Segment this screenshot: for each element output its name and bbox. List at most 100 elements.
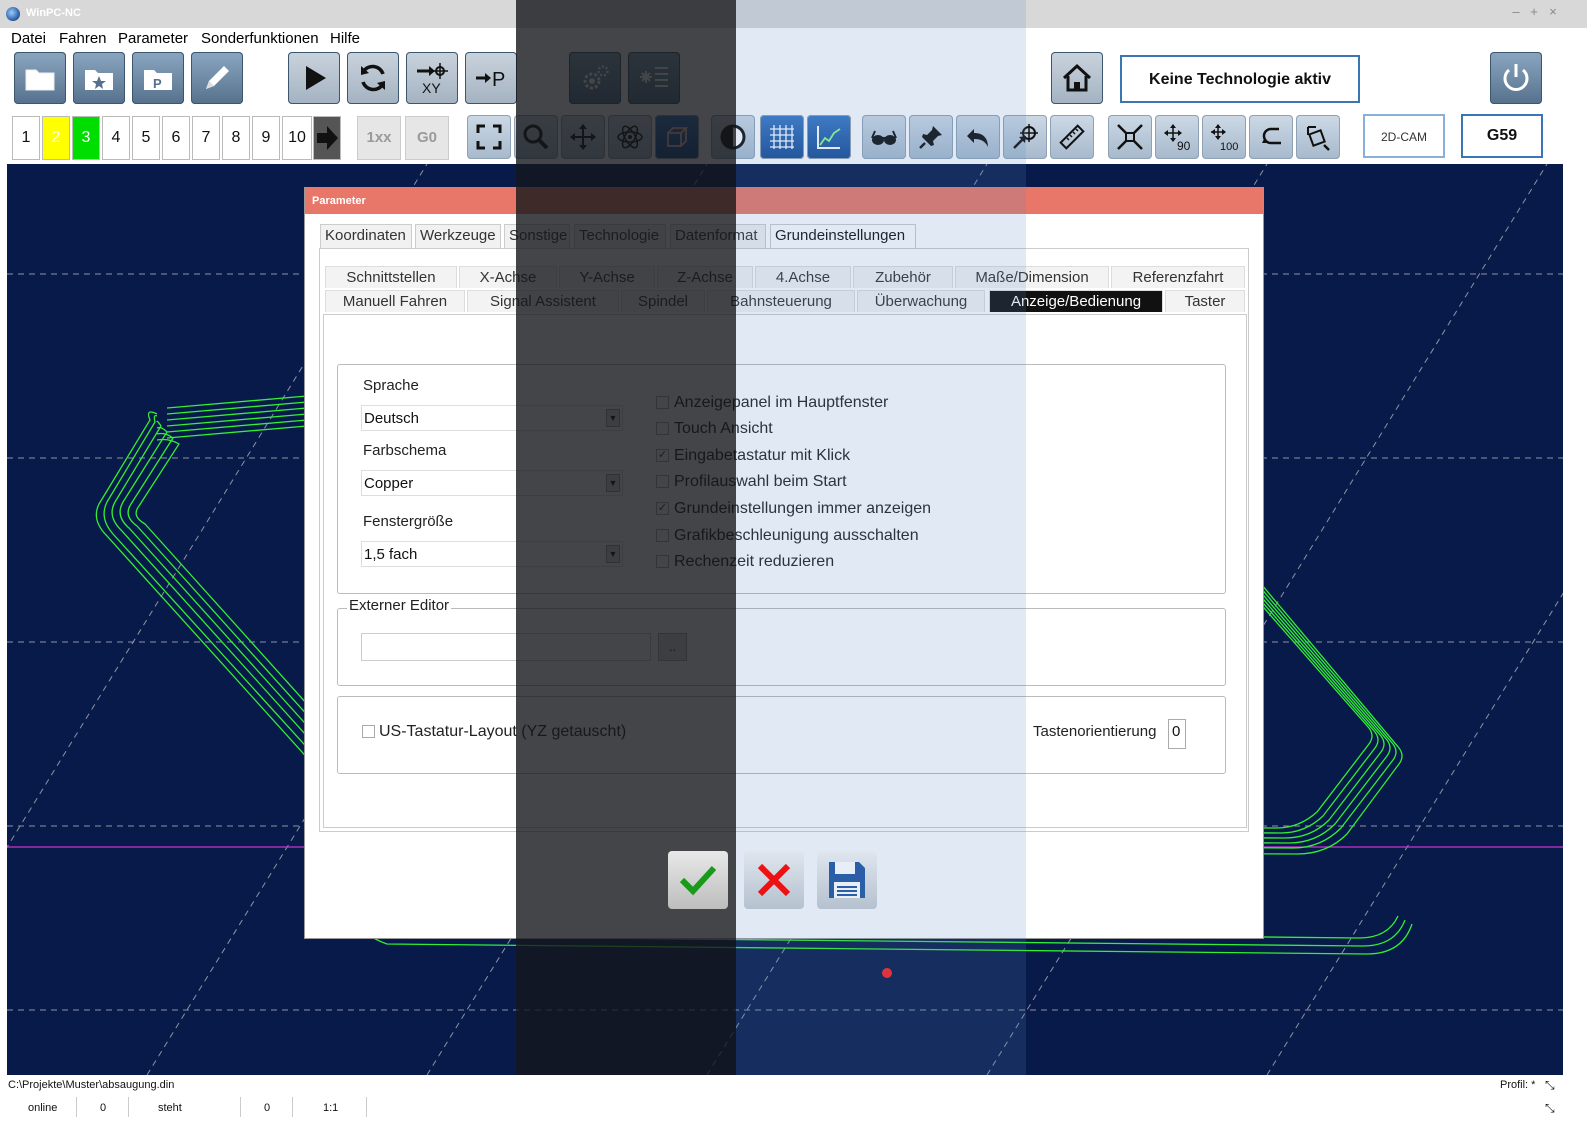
- rotate-move-button[interactable]: [1296, 115, 1340, 159]
- return-button[interactable]: [1249, 115, 1293, 159]
- externer-editor-input[interactable]: [361, 633, 651, 661]
- checkbox-touch-ansicht[interactable]: [656, 422, 669, 435]
- checkbox-rechenzeit[interactable]: [656, 555, 669, 568]
- pan-button[interactable]: [561, 115, 605, 159]
- checkbox-grafikbeschleunigung[interactable]: [656, 529, 669, 542]
- repeat-button[interactable]: [347, 52, 399, 104]
- tab-grundeinstellungen[interactable]: Grundeinstellungen: [770, 224, 916, 248]
- settings-button[interactable]: [569, 52, 621, 104]
- subtab-4-achse[interactable]: 4.Achse: [755, 266, 851, 288]
- menu-parameter[interactable]: Parameter: [118, 30, 188, 47]
- zoom-button[interactable]: [514, 115, 558, 159]
- grid-button[interactable]: [760, 115, 804, 159]
- favorites-folder-button[interactable]: [73, 52, 125, 104]
- checkbox-grundeinstellungen[interactable]: ✓: [656, 502, 669, 515]
- checkbox-eingabetastatur[interactable]: ✓: [656, 449, 669, 462]
- subtab-referenzfahrt[interactable]: Referenzfahrt: [1111, 266, 1245, 288]
- save-button[interactable]: [817, 851, 877, 909]
- move-90-button[interactable]: 90: [1155, 115, 1199, 159]
- home-button[interactable]: [1051, 52, 1103, 104]
- tab-koordinaten[interactable]: Koordinaten: [320, 224, 412, 248]
- color-button-10[interactable]: 10: [282, 116, 312, 160]
- menu-datei[interactable]: Datei: [11, 30, 46, 47]
- power-button[interactable]: [1490, 52, 1542, 104]
- measure-point-button[interactable]: [1003, 115, 1047, 159]
- subtab-y-achse[interactable]: Y-Achse: [559, 266, 655, 288]
- color-button-3[interactable]: 3: [72, 116, 100, 160]
- color-button-2[interactable]: 2: [42, 116, 70, 160]
- subtab-ueberwachung[interactable]: Überwachung: [857, 290, 985, 312]
- contrast-button[interactable]: [711, 115, 755, 159]
- subtab-zubehoer[interactable]: Zubehör: [853, 266, 953, 288]
- subtab-z-achse[interactable]: Z-Achse: [657, 266, 753, 288]
- subtab-taster[interactable]: Taster: [1165, 290, 1245, 312]
- edit-button[interactable]: [191, 52, 243, 104]
- graph-button[interactable]: [807, 115, 851, 159]
- project-folder-button[interactable]: P: [132, 52, 184, 104]
- maximize-button[interactable]: +: [1526, 4, 1542, 22]
- menu-sonderfunktionen[interactable]: Sonderfunktionen: [201, 30, 319, 47]
- undo-button[interactable]: [956, 115, 1000, 159]
- ok-button[interactable]: [668, 851, 728, 909]
- fullscreen-button[interactable]: [467, 115, 511, 159]
- goto-xy-button[interactable]: XY: [406, 52, 458, 104]
- subtab-spindel[interactable]: Spindel: [621, 290, 705, 312]
- pin-button[interactable]: [909, 115, 953, 159]
- tab-sonstige[interactable]: Sonstige: [504, 224, 570, 248]
- view-glasses-button[interactable]: [862, 115, 906, 159]
- next-colors-button[interactable]: [313, 116, 341, 160]
- atom-icon: [617, 125, 643, 149]
- color-button-7[interactable]: 7: [192, 116, 220, 160]
- close-button[interactable]: ×: [1545, 4, 1561, 22]
- subtab-bahnsteuerung[interactable]: Bahnsteuerung: [707, 290, 855, 312]
- color-button-5[interactable]: 5: [132, 116, 160, 160]
- farbschema-select[interactable]: Copper ▼: [361, 470, 623, 496]
- subtab-signal-assistent[interactable]: Signal Assistent: [467, 290, 619, 312]
- browse-button[interactable]: ..: [658, 633, 687, 661]
- g0-button[interactable]: G0: [405, 116, 449, 160]
- 1xx-button[interactable]: 1xx: [357, 116, 401, 160]
- tab-technologie[interactable]: Technologie: [574, 224, 666, 248]
- checkbox-label-grafikbeschleunigung: Grafikbeschleunigung ausschalten: [674, 527, 919, 544]
- subtab-schnittstellen[interactable]: Schnittstellen: [325, 266, 457, 288]
- 2d-cam-button[interactable]: 2D-CAM: [1363, 114, 1445, 158]
- 3d-view-button[interactable]: [608, 115, 652, 159]
- svg-text:P: P: [153, 76, 162, 91]
- subtab-x-achse[interactable]: X-Achse: [459, 266, 557, 288]
- move-100-button[interactable]: 100: [1202, 115, 1246, 159]
- sprache-select[interactable]: Deutsch ▼: [361, 405, 623, 431]
- color-button-4[interactable]: 4: [102, 116, 130, 160]
- checkbox-anzeigepanel[interactable]: [656, 396, 669, 409]
- status-value-1: 0: [100, 1102, 107, 1114]
- minimize-button[interactable]: –: [1508, 4, 1524, 22]
- jobs-button[interactable]: [628, 52, 680, 104]
- technology-status[interactable]: Keine Technologie aktiv: [1120, 55, 1360, 103]
- subtab-anzeige-bedienung[interactable]: Anzeige/Bedienung: [989, 290, 1163, 312]
- contrast-icon: [720, 124, 746, 150]
- open-folder-button[interactable]: [14, 52, 66, 104]
- menu-hilfe[interactable]: Hilfe: [330, 30, 360, 47]
- undo-icon: [967, 129, 988, 147]
- ruler-button[interactable]: [1050, 115, 1094, 159]
- tab-datenformat[interactable]: Datenformat: [670, 224, 766, 248]
- center-button[interactable]: [1108, 115, 1152, 159]
- color-button-6[interactable]: 6: [162, 116, 190, 160]
- online-status: online: [28, 1102, 58, 1114]
- checkbox-us-tastatur[interactable]: [362, 725, 375, 738]
- subtab-manuell-fahren[interactable]: Manuell Fahren: [325, 290, 465, 312]
- color-button-9[interactable]: 9: [252, 116, 280, 160]
- tastenorientierung-input[interactable]: 0: [1168, 719, 1186, 749]
- goto-park-button[interactable]: P: [465, 52, 517, 104]
- checkbox-profilauswahl[interactable]: [656, 475, 669, 488]
- cube-view-button[interactable]: [655, 115, 699, 159]
- subtab-masse-dimension[interactable]: Maße/Dimension: [955, 266, 1109, 288]
- tab-werkzeuge[interactable]: Werkzeuge: [415, 224, 501, 248]
- color-button-8[interactable]: 8: [222, 116, 250, 160]
- start-button[interactable]: [288, 52, 340, 104]
- move-p-icon: P: [476, 69, 505, 91]
- menu-fahren[interactable]: Fahren: [59, 30, 107, 47]
- color-button-1[interactable]: 1: [12, 116, 40, 160]
- cancel-button[interactable]: [744, 851, 804, 909]
- fenstergroesse-select[interactable]: 1,5 fach ▼: [361, 541, 623, 567]
- g59-button[interactable]: G59: [1461, 114, 1543, 158]
